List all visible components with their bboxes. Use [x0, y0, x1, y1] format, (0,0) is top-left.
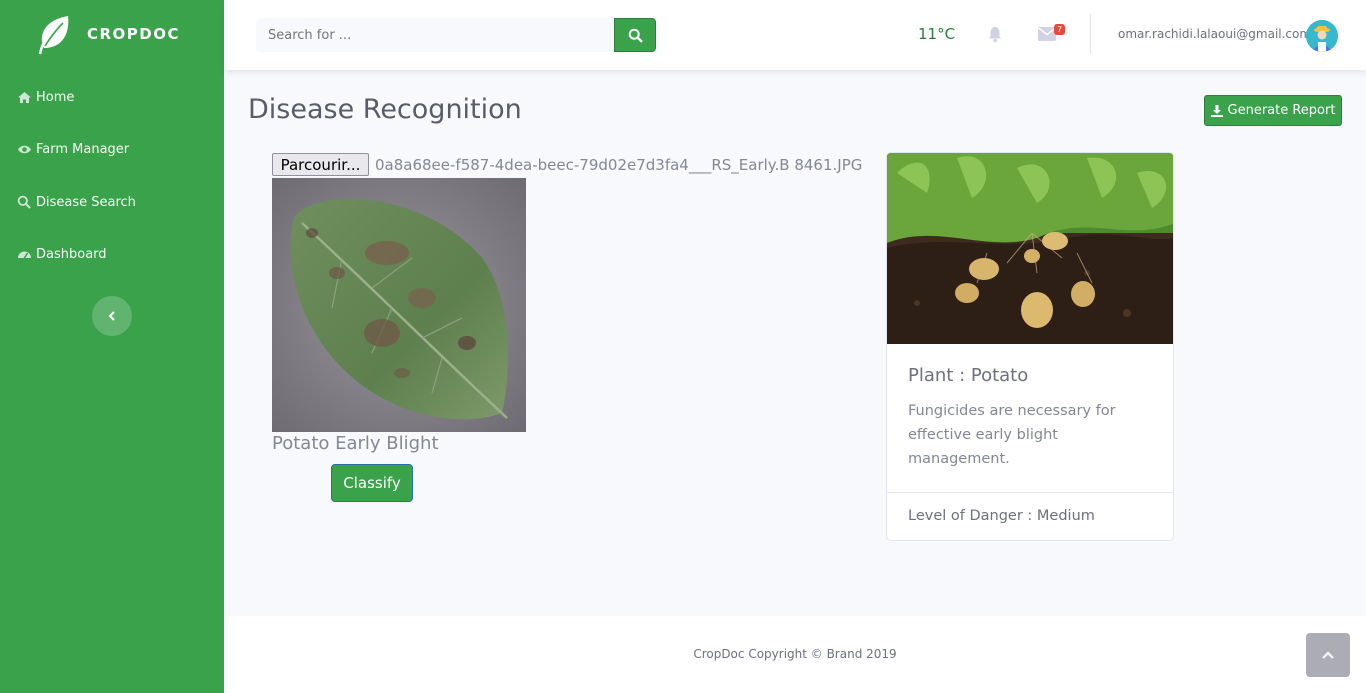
scroll-to-top-button[interactable]	[1306, 633, 1350, 677]
bell-icon[interactable]	[986, 25, 1004, 43]
topbar: 11°C 7 omar.rachidi.lalaoui@gmail.com	[224, 0, 1366, 70]
leaf-logo-icon	[38, 16, 69, 55]
card-plant-title: Plant : Potato	[908, 365, 1029, 386]
home-icon	[16, 90, 32, 104]
avatar[interactable]	[1306, 20, 1338, 52]
sidebar-item-label: Farm Manager	[36, 141, 130, 157]
sidebar-item-label: Home	[36, 89, 75, 105]
card-footer: Level of Danger : Medium	[887, 492, 1173, 540]
page-footer: CropDoc Copyright © Brand 2019	[224, 616, 1366, 693]
download-icon	[1210, 104, 1223, 117]
user-email[interactable]: omar.rachidi.lalaoui@gmail.com	[1118, 27, 1311, 41]
chevron-left-icon	[108, 311, 115, 321]
brand-name: CROPDOC	[87, 25, 181, 43]
search-icon	[16, 195, 32, 209]
topbar-divider	[1090, 14, 1091, 54]
sidebar-item-label: Disease Search	[36, 194, 136, 210]
eye-icon	[16, 142, 32, 156]
copyright-text: CropDoc Copyright © Brand 2019	[693, 647, 897, 661]
uploaded-leaf-image	[272, 178, 526, 432]
sidebar-item-farm-manager[interactable]: Farm Manager	[16, 137, 129, 161]
sidebar-item-dashboard[interactable]: Dashboard	[16, 242, 107, 266]
sidebar-item-home[interactable]: Home	[16, 85, 74, 109]
plant-info-card: Plant : Potato Fungicides are necessary …	[886, 152, 1174, 541]
tachometer-icon	[16, 247, 32, 261]
page-title: Disease Recognition	[248, 94, 522, 125]
farmer-avatar-icon	[1306, 20, 1338, 52]
card-advice-text: Fungicides are necessary for effective e…	[908, 403, 1116, 467]
sidebar-item-label: Dashboard	[36, 246, 107, 262]
danger-level: Level of Danger : Medium	[908, 508, 1095, 524]
chevron-up-icon	[1322, 651, 1334, 659]
sidebar-item-disease-search[interactable]: Disease Search	[16, 190, 136, 214]
potato-plant-image	[887, 153, 1173, 344]
classify-button[interactable]: Classify	[331, 464, 413, 502]
generate-report-label: Generate Report	[1227, 103, 1336, 118]
search-button[interactable]	[614, 18, 656, 52]
selected-file-name: 0a8a68ee-f587-4dea-beec-79d02e7d3fa4___R…	[375, 156, 863, 174]
search-input[interactable]	[256, 18, 614, 52]
sidebar: CROPDOC Home Farm Manager Disease Search…	[0, 0, 224, 693]
message-count-badge: 7	[1054, 24, 1066, 35]
generate-report-button[interactable]: Generate Report	[1204, 95, 1342, 126]
search-icon	[628, 28, 643, 43]
file-browse-button[interactable]: Parcourir...	[272, 153, 369, 176]
classification-result: Potato Early Blight	[272, 433, 439, 454]
temperature-readout: 11°C	[918, 25, 956, 43]
sidebar-toggle-button[interactable]	[92, 296, 132, 336]
brand-link[interactable]: CROPDOC	[0, 0, 224, 70]
